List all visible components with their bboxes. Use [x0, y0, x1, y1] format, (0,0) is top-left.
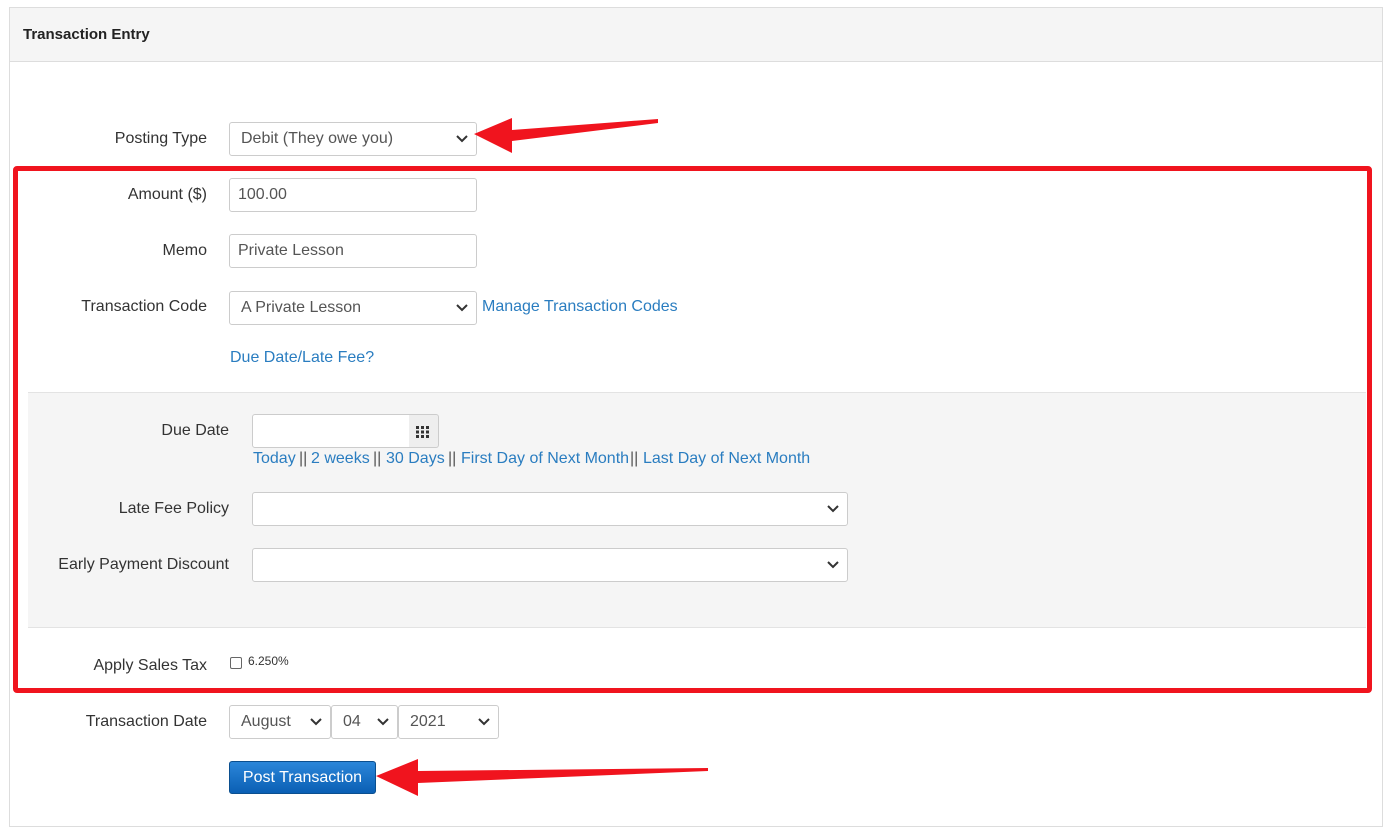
posting-type-select[interactable]: Debit (They owe you) [229, 122, 477, 156]
due-date-first-day-next-month-link[interactable]: First Day of Next Month [461, 450, 629, 468]
panel-title: Transaction Entry [23, 26, 150, 43]
memo-input[interactable]: Private Lesson [229, 234, 477, 268]
manage-transaction-codes-link[interactable]: Manage Transaction Codes [482, 298, 678, 316]
calendar-button[interactable] [409, 414, 439, 448]
transaction-code-value: A Private Lesson [241, 299, 362, 316]
early-payment-discount-label: Early Payment Discount [58, 556, 229, 573]
apply-sales-tax-label: Apply Sales Tax [93, 657, 207, 674]
early-payment-discount-select[interactable] [252, 548, 848, 582]
transaction-month-value: August [241, 713, 291, 730]
panel-heading: Transaction Entry [10, 8, 1382, 62]
chevron-down-icon [455, 123, 469, 155]
transaction-code-label: Transaction Code [81, 298, 207, 315]
memo-value: Private Lesson [238, 242, 344, 259]
memo-label: Memo [162, 242, 207, 259]
calendar-grid-icon [416, 425, 429, 443]
apply-sales-tax-checkbox[interactable] [230, 657, 242, 669]
late-fee-policy-label: Late Fee Policy [118, 500, 229, 517]
shortcut-separator: || [373, 450, 382, 467]
chevron-down-icon [376, 706, 390, 738]
due-date-2-weeks-link[interactable]: 2 weeks [311, 450, 370, 468]
transaction-code-select[interactable]: A Private Lesson [229, 291, 477, 325]
shortcut-separator: || [299, 450, 308, 467]
due-date-30-days-link[interactable]: 30 Days [386, 450, 445, 468]
posting-type-value: Debit (They owe you) [241, 130, 394, 147]
transaction-date-label: Transaction Date [85, 713, 207, 730]
chevron-down-icon [309, 706, 323, 738]
amount-value: 100.00 [238, 186, 287, 203]
chevron-down-icon [826, 493, 840, 525]
sales-tax-rate: 6.250% [248, 654, 289, 668]
shortcut-separator: || [630, 450, 639, 467]
transaction-year-select[interactable]: 2021 [398, 705, 499, 739]
transaction-year-value: 2021 [410, 713, 446, 730]
chevron-down-icon [826, 549, 840, 581]
late-fee-policy-select[interactable] [252, 492, 848, 526]
due-date-late-fee-toggle[interactable]: Due Date/Late Fee? [230, 349, 374, 367]
transaction-day-select[interactable]: 04 [331, 705, 398, 739]
amount-label: Amount ($) [127, 186, 207, 203]
shortcut-separator: || [448, 450, 457, 467]
posting-type-label: Posting Type [114, 130, 207, 147]
chevron-down-icon [455, 292, 469, 324]
transaction-day-value: 04 [343, 713, 361, 730]
post-transaction-button[interactable]: Post Transaction [229, 761, 376, 794]
due-date-last-day-next-month-link[interactable]: Last Day of Next Month [643, 450, 810, 468]
due-date-today-link[interactable]: Today [253, 450, 296, 468]
due-date-input[interactable] [252, 414, 410, 448]
due-date-label: Due Date [161, 422, 229, 439]
amount-input[interactable]: 100.00 [229, 178, 477, 212]
chevron-down-icon [477, 706, 491, 738]
transaction-month-select[interactable]: August [229, 705, 331, 739]
